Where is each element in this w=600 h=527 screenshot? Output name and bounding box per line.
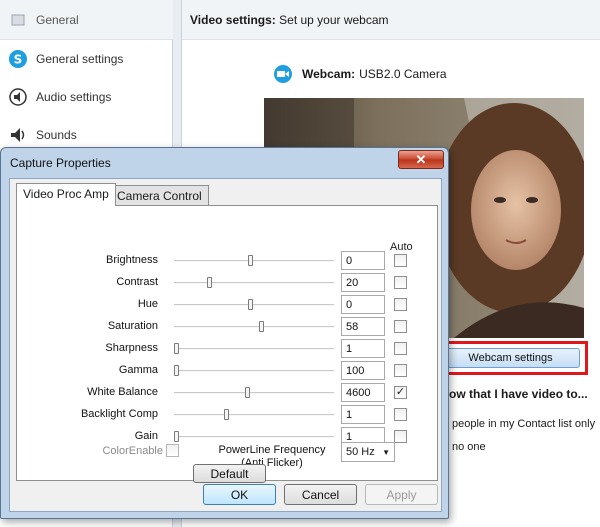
chevron-down-icon: ▼ [382,447,390,457]
ok-button[interactable]: OK [203,484,276,505]
backlight-comp-value-field[interactable]: 1 [341,405,385,424]
brightness-auto-checkbox[interactable] [394,254,407,267]
panel-title: Video settings: [190,13,276,27]
panel-subtitle: Set up your webcam [279,13,389,27]
dialog-title: Capture Properties [10,156,111,170]
general-tab-icon [8,10,28,30]
color-enable-label: ColorEnable [102,445,163,457]
sharpness-slider[interactable] [174,343,334,354]
svg-text:S: S [14,53,23,67]
powerline-frequency-value: 50 Hz [346,446,375,458]
powerline-frequency-select[interactable]: 50 Hz ▼ [341,442,395,462]
backlight-comp-slider-thumb[interactable] [224,409,229,420]
sharpness-label: Sharpness [105,342,158,354]
brightness-slider[interactable] [174,255,334,266]
apply-button[interactable]: Apply [365,484,438,505]
brightness-slider-thumb[interactable] [248,255,253,266]
close-button[interactable]: ✕ [398,150,444,169]
sidebar-item-general-settings[interactable]: S General settings [0,40,173,78]
webcam-settings-button[interactable]: Webcam settings [441,348,580,368]
close-icon: ✕ [415,151,427,167]
panel-header: Video settings: Set up your webcam [182,0,600,40]
white-balance-auto-checkbox[interactable]: ✓ [394,386,407,399]
privacy-question: ow that I have video to... [449,387,588,401]
saturation-label: Saturation [107,320,158,332]
hue-auto-checkbox[interactable] [394,298,407,311]
white-balance-value-field[interactable]: 4600 [341,383,385,402]
webcam-label: Webcam: [302,67,356,81]
speaker-icon [8,125,28,145]
backlight-comp-slider[interactable] [174,409,334,420]
hue-label: Hue [137,298,158,310]
brightness-value-field[interactable]: 0 [341,251,385,270]
saturation-slider[interactable] [174,321,334,332]
contrast-value-field[interactable]: 20 [341,273,385,292]
webcam-settings-highlight: Webcam settings [433,341,588,375]
auto-column-header: Auto [390,241,413,253]
saturation-auto-checkbox[interactable] [394,320,407,333]
contrast-auto-checkbox[interactable] [394,276,407,289]
sidebar-item-audio-settings[interactable]: Audio settings [0,78,173,116]
sidebar-item-label: Sounds [36,128,77,142]
sidebar-header-label: General [36,12,79,27]
hue-value-field[interactable]: 0 [341,295,385,314]
gamma-slider-thumb[interactable] [174,365,179,376]
sharpness-value-field[interactable]: 1 [341,339,385,358]
default-button[interactable]: Default [193,464,266,483]
tab-panel: Auto Brightness 0 Contrast 20 Hue 0 Saturation… [16,205,438,483]
privacy-option-contacts[interactable]: people in my Contact list only [452,418,595,430]
gamma-label: Gamma [118,364,158,376]
skype-icon: S [8,49,28,69]
gain-slider[interactable] [174,431,334,442]
sharpness-slider-thumb[interactable] [174,343,179,354]
sidebar-header-general[interactable]: General [0,0,173,40]
sidebar-item-label: General settings [36,52,124,66]
gamma-auto-checkbox[interactable] [394,364,407,377]
white-balance-slider[interactable] [174,387,334,398]
dialog-body: Video Proc Amp Camera Control Auto Brigh… [9,178,442,512]
gain-slider-thumb[interactable] [174,431,179,442]
sidebar-item-label: Audio settings [36,90,112,104]
tab-video-proc-amp[interactable]: Video Proc Amp [16,183,116,206]
backlight-comp-auto-checkbox[interactable] [394,408,407,421]
gain-auto-checkbox[interactable] [394,430,407,443]
saturation-slider-thumb[interactable] [259,321,264,332]
webcam-name: USB2.0 Camera [359,67,447,81]
saturation-value-field[interactable]: 58 [341,317,385,336]
gamma-slider[interactable] [174,365,334,376]
gain-label: Gain [134,430,158,442]
contrast-slider[interactable] [174,277,334,288]
capture-properties-dialog: Capture Properties ✕ Video Proc Amp Came… [0,147,449,519]
webcam-icon [274,65,292,83]
color-enable-checkbox[interactable] [166,444,179,457]
contrast-slider-thumb[interactable] [207,277,212,288]
contrast-label: Contrast [116,276,158,288]
webcam-device-line: Webcam: USB2.0 Camera [274,65,447,83]
gamma-value-field[interactable]: 100 [341,361,385,380]
hue-slider[interactable] [174,299,334,310]
cancel-button[interactable]: Cancel [284,484,357,505]
backlight-comp-label: Backlight Comp [80,408,158,420]
white-balance-label: White Balance [87,386,158,398]
sharpness-auto-checkbox[interactable] [394,342,407,355]
privacy-option-no-one[interactable]: no one [452,441,486,453]
hue-slider-thumb[interactable] [248,299,253,310]
brightness-label: Brightness [106,254,158,266]
powerline-label-line1: PowerLine Frequency [218,444,326,456]
white-balance-slider-thumb[interactable] [245,387,250,398]
tab-camera-control[interactable]: Camera Control [110,185,209,206]
audio-icon [8,87,28,107]
